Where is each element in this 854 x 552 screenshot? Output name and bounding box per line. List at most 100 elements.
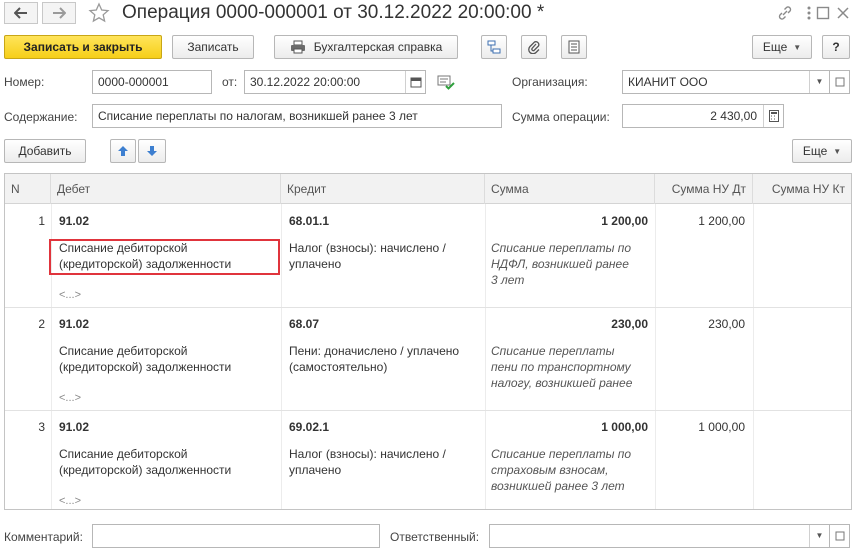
debit-more[interactable]: <...> [59,287,81,303]
column-header-debit[interactable]: Дебет [51,174,281,204]
sum-description-line: 3 лет [491,273,525,287]
credit-subconto-line: Пени: доначислено / уплачено [289,344,460,358]
sum-value: 2 430,00 [710,109,757,123]
organization-open-button[interactable] [830,70,850,94]
entries-table[interactable]: N Дебет Кредит Сумма Сумма НУ Дт Сумма Н… [4,173,852,510]
sum-nu-dt-cell[interactable]: 1 200,00 [655,213,745,229]
credit-account[interactable]: 69.02.1 [289,419,329,435]
highlight-annotation [49,239,280,275]
forward-button[interactable] [42,2,76,24]
debit-more[interactable]: <...> [59,493,81,509]
column-header-sum-nu-dt[interactable]: Сумма НУ Дт [655,174,753,204]
debit-subconto[interactable]: Списание дебиторской (кредиторской) задо… [59,446,279,478]
date-field[interactable]: 30.12.2022 20:00:00 [244,70,426,94]
credit-subconto-line: Налог (взносы): начислено / [289,447,446,461]
back-button[interactable] [4,2,38,24]
debit-account[interactable]: 91.02 [59,316,89,332]
sum-description-line: Списание переплаты по [491,447,632,461]
credit-subconto[interactable]: Пени: доначислено / уплачено (самостояте… [289,343,479,375]
arrow-right-icon [53,7,66,19]
structure-icon [487,40,501,54]
accounting-note-button[interactable]: Бухгалтерская справка [274,35,458,59]
window-title: Операция 0000-000001 от 30.12.2022 20:00… [122,2,545,23]
paperclip-icon [528,41,540,54]
responsible-field[interactable]: ▼ [489,524,830,548]
column-header-credit[interactable]: Кредит [281,174,485,204]
favorite-star-button[interactable] [88,2,112,24]
sum-label: Сумма операции: [512,110,610,124]
sum-value-cell[interactable]: 1 000,00 [485,419,648,435]
attach-button[interactable] [521,35,547,59]
date-value: 30.12.2022 20:00:00 [250,75,361,89]
chevron-down-icon: ▼ [815,531,824,540]
list-icon [568,40,580,54]
sum-description[interactable]: Списание переплаты пени по транспортному… [491,343,651,391]
post-status-icon [437,74,457,92]
number-field[interactable]: 0000-000001 [92,70,212,94]
column-header-n[interactable]: N [5,174,51,204]
star-icon [88,2,110,23]
sum-field[interactable]: 2 430,00 [622,104,784,128]
sum-description[interactable]: Списание переплаты по страховым взносам,… [491,446,651,494]
responsible-open-button[interactable] [830,524,850,548]
sum-description-line: Списание переплаты по [491,241,632,255]
chevron-down-icon: ▼ [833,146,842,156]
debit-account[interactable]: 91.02 [59,419,89,435]
table-row[interactable]: 3 91.02 Списание дебиторской (кредиторск… [5,411,851,509]
content-field[interactable]: Списание переплаты по налогам, возникшей… [92,104,502,128]
add-row-button[interactable]: Добавить [4,139,86,163]
row-number: 2 [38,317,45,331]
sum-value-cell[interactable]: 230,00 [485,316,648,332]
column-header-sum[interactable]: Сумма [485,174,655,204]
list-button[interactable] [561,35,587,59]
comment-label: Комментарий: [4,530,83,544]
arrow-up-icon [118,146,128,156]
sum-description-line: страховым взносам, [491,463,609,477]
link-icon[interactable] [776,4,794,22]
credit-account[interactable]: 68.01.1 [289,213,329,229]
chevron-down-icon: ▼ [815,77,824,86]
credit-subconto-line: (самостоятельно) [289,360,388,374]
sum-nu-dt-cell[interactable]: 1 000,00 [655,419,745,435]
chevron-down-icon: ▼ [793,42,802,52]
comment-field[interactable] [92,524,380,548]
calendar-button[interactable] [405,71,425,93]
sum-nu-dt-cell[interactable]: 230,00 [655,316,745,332]
debit-subconto[interactable]: Списание дебиторской (кредиторской) задо… [59,343,279,375]
arrow-left-icon [14,7,27,19]
table-row[interactable]: 2 91.02 Списание дебиторской (кредиторск… [5,308,851,411]
close-icon[interactable] [834,4,852,22]
sum-description[interactable]: Списание переплаты по НДФЛ, возникшей ра… [491,240,651,288]
maximize-icon[interactable] [814,4,832,22]
row-number: 1 [38,214,45,228]
help-button[interactable]: ? [822,35,850,59]
debit-more[interactable]: <...> [59,390,81,406]
sum-description-line: возникшей ранее 3 лет [491,479,625,493]
debit-account[interactable]: 91.02 [59,213,89,229]
move-down-button[interactable] [138,139,166,163]
table-more-label: Еще [802,144,828,158]
structure-button[interactable] [481,35,507,59]
sum-value-cell[interactable]: 1 200,00 [485,213,648,229]
table-more-button[interactable]: Еще ▼ [792,139,852,163]
more-label: Еще [762,40,788,54]
credit-account[interactable]: 68.07 [289,316,319,332]
more-button[interactable]: Еще ▼ [752,35,812,59]
save-and-close-button[interactable]: Записать и закрыть [4,35,162,59]
sum-description-line: пени по транспортному [491,360,631,374]
accounting-note-label: Бухгалтерская справка [313,40,443,54]
table-header: N Дебет Кредит Сумма Сумма НУ Дт Сумма Н… [5,174,851,204]
responsible-dropdown[interactable]: ▼ [809,525,829,547]
organization-dropdown[interactable]: ▼ [809,71,829,93]
calculator-button[interactable] [763,105,783,127]
credit-subconto[interactable]: Налог (взносы): начислено / уплачено [289,240,479,272]
debit-subconto-line: Списание дебиторской [59,344,188,358]
save-button[interactable]: Записать [172,35,254,59]
responsible-label: Ответственный: [390,530,480,544]
column-header-sum-nu-kt[interactable]: Сумма НУ Кт [753,174,851,204]
credit-subconto[interactable]: Налог (взносы): начислено / уплачено [289,446,479,478]
row-number: 3 [38,420,45,434]
organization-field[interactable]: КИАНИТ ООО ▼ [622,70,830,94]
credit-subconto-line: Налог (взносы): начислено / [289,241,446,255]
move-up-button[interactable] [110,139,136,163]
